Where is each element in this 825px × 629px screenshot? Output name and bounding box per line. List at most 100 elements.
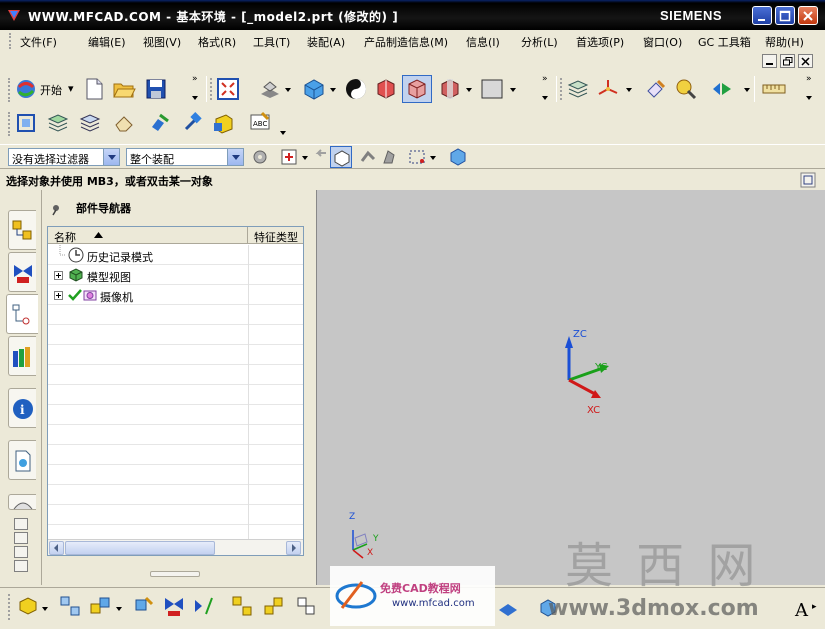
move-component-icon[interactable] bbox=[148, 111, 172, 135]
menu-gc-toolkits[interactable]: GC 工具箱 bbox=[698, 34, 751, 50]
assembly-navigator-tab[interactable] bbox=[8, 210, 36, 250]
background-color-icon[interactable] bbox=[480, 77, 504, 101]
tree-item-history-mode[interactable]: 历史记录模式 bbox=[48, 245, 303, 265]
component-array-icon[interactable] bbox=[58, 594, 82, 618]
orient-dropdown-arrow[interactable] bbox=[285, 87, 291, 93]
scroll-right-button[interactable] bbox=[286, 541, 301, 555]
menu-format[interactable]: 格式(R) bbox=[198, 34, 236, 50]
resource-scroll-top[interactable] bbox=[14, 518, 28, 530]
doc-close-button[interactable] bbox=[798, 54, 813, 68]
add-component-dropdown-arrow[interactable] bbox=[42, 606, 48, 612]
wireframe-toggle[interactable] bbox=[402, 75, 432, 103]
toolbar-grip[interactable] bbox=[8, 78, 11, 102]
save-icon[interactable] bbox=[144, 77, 168, 101]
start-dropdown-arrow[interactable]: ▾ bbox=[68, 82, 74, 95]
annotation-icon[interactable]: ABC bbox=[248, 111, 272, 135]
annotation-dropdown-arrow[interactable] bbox=[280, 130, 286, 136]
wcs-icon[interactable] bbox=[596, 77, 620, 101]
toolbar-dropdown-arrow[interactable] bbox=[542, 95, 548, 101]
expand-toggle[interactable] bbox=[54, 291, 63, 300]
column-header-feature-type[interactable]: 特征类型 bbox=[248, 227, 303, 244]
type-filter-arrow[interactable] bbox=[103, 149, 119, 165]
tree-item-model-views[interactable]: 模型视图 bbox=[48, 265, 303, 285]
snap-dropdown-arrow[interactable] bbox=[302, 155, 308, 161]
menu-help[interactable]: 帮助(H) bbox=[765, 34, 804, 50]
toolbar-overflow-chevron[interactable]: » bbox=[806, 74, 812, 84]
layer-category-icon[interactable] bbox=[78, 111, 102, 135]
history-tab[interactable] bbox=[8, 440, 36, 480]
menu-view[interactable]: 视图(V) bbox=[143, 34, 181, 50]
section-dropdown-arrow[interactable] bbox=[466, 87, 472, 93]
open-folder-icon[interactable] bbox=[112, 77, 136, 101]
show-hide-constraints-icon[interactable] bbox=[192, 594, 216, 618]
gear-filter-icon[interactable] bbox=[248, 145, 272, 169]
blue-cube-icon[interactable] bbox=[446, 145, 470, 169]
type-filter-dropdown[interactable]: 没有选择过滤器 bbox=[8, 148, 120, 166]
horizontal-scrollbar[interactable] bbox=[48, 539, 303, 555]
move-component-bottom-icon[interactable] bbox=[132, 594, 156, 618]
add-component-icon[interactable] bbox=[16, 594, 40, 618]
menu-grip[interactable] bbox=[9, 33, 12, 49]
shaded-edges-icon[interactable] bbox=[374, 77, 398, 101]
menu-information[interactable]: 信息(I) bbox=[466, 34, 500, 50]
doc-restore-button[interactable] bbox=[780, 54, 795, 68]
rectangle-select-dropdown-arrow[interactable] bbox=[430, 155, 436, 161]
scroll-thumb[interactable] bbox=[65, 541, 215, 555]
resource-scroll-down[interactable] bbox=[14, 546, 28, 558]
doc-minimize-button[interactable] bbox=[762, 54, 777, 68]
full-screen-icon[interactable] bbox=[800, 172, 816, 188]
menu-assemblies[interactable]: 装配(A) bbox=[307, 34, 345, 50]
render-dropdown-arrow[interactable] bbox=[330, 87, 336, 93]
new-component-dropdown-arrow[interactable] bbox=[116, 606, 122, 612]
assembly-navigator-icon[interactable] bbox=[14, 111, 38, 135]
toolbar-overflow-chevron[interactable]: » bbox=[192, 74, 198, 84]
scroll-left-button[interactable] bbox=[49, 541, 64, 555]
wave-link-icon[interactable] bbox=[294, 594, 318, 618]
new-component-icon[interactable] bbox=[88, 594, 112, 618]
show-hide-icon[interactable] bbox=[674, 77, 698, 101]
pin-icon[interactable] bbox=[50, 204, 62, 216]
edit-object-display-icon[interactable] bbox=[644, 77, 668, 101]
toolbar-dropdown-arrow[interactable] bbox=[192, 95, 198, 101]
exploded-view-icon[interactable] bbox=[230, 594, 254, 618]
toolbar-grip[interactable] bbox=[560, 78, 563, 100]
menu-window[interactable]: 窗口(O) bbox=[643, 34, 682, 50]
yellow-block-icon[interactable] bbox=[212, 111, 236, 135]
measure-distance-icon[interactable] bbox=[762, 77, 786, 101]
menu-preferences[interactable]: 首选项(P) bbox=[576, 34, 624, 50]
menu-file[interactable]: 文件(F) bbox=[20, 34, 57, 50]
system-materials-tab[interactable] bbox=[8, 494, 36, 510]
eraser-icon[interactable] bbox=[112, 111, 136, 135]
background-dropdown-arrow[interactable] bbox=[510, 87, 516, 93]
maximize-button[interactable] bbox=[775, 6, 795, 25]
layers-stack-icon[interactable] bbox=[46, 111, 70, 135]
render-style-icon[interactable] bbox=[302, 77, 326, 101]
assembly-constraints-icon[interactable] bbox=[162, 594, 186, 618]
toolbar-dropdown-arrow[interactable] bbox=[806, 95, 812, 101]
select-faces-toggle[interactable] bbox=[330, 146, 352, 168]
rectangle-select-icon[interactable] bbox=[406, 145, 430, 169]
section-view-icon[interactable] bbox=[438, 77, 462, 101]
graphics-window[interactable]: ZC YC XC Z Y X 莫 西 网 bbox=[316, 190, 825, 594]
wcs-dropdown-arrow[interactable] bbox=[626, 87, 632, 93]
snap-point-icon[interactable] bbox=[278, 145, 302, 169]
close-button[interactable] bbox=[798, 6, 818, 25]
toolbar-grip[interactable] bbox=[8, 594, 11, 620]
menu-analysis[interactable]: 分析(L) bbox=[521, 34, 558, 50]
resource-scroll-up[interactable] bbox=[14, 532, 28, 544]
resource-scroll-bottom[interactable] bbox=[14, 560, 28, 572]
column-header-name[interactable]: 名称 bbox=[48, 227, 248, 244]
navigator-resize-handle[interactable] bbox=[150, 571, 200, 577]
layer-settings-icon[interactable] bbox=[566, 77, 590, 101]
web-browser-tab[interactable]: i bbox=[8, 388, 36, 428]
analysis-dropdown-arrow[interactable] bbox=[744, 87, 750, 93]
toolbar-overflow-chevron[interactable]: ▸ bbox=[812, 602, 817, 612]
expand-toggle[interactable] bbox=[54, 271, 63, 280]
toolbar-overflow-chevron[interactable]: » bbox=[542, 74, 548, 84]
tree-item-cameras[interactable]: 摄像机 bbox=[48, 285, 303, 305]
menu-tools[interactable]: 工具(T) bbox=[253, 34, 290, 50]
part-navigator-tab[interactable] bbox=[6, 294, 38, 334]
toolbar-grip[interactable] bbox=[8, 112, 11, 136]
minimize-button[interactable] bbox=[752, 6, 772, 25]
select-bodies-icon[interactable] bbox=[378, 145, 402, 169]
